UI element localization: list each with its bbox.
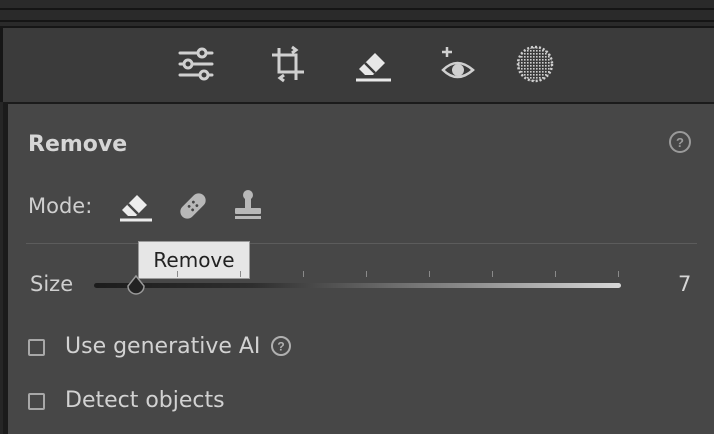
mode-label: Mode: [28,194,93,218]
svg-text:?: ? [676,135,684,150]
size-value: 7 [678,272,692,296]
masking-icon[interactable] [513,42,557,86]
use-generative-ai-checkbox[interactable] [28,339,45,356]
tooltip: Remove [138,241,250,279]
detect-objects-label: Detect objects [65,388,225,413]
slider-tick [366,271,367,277]
slider-tick [240,271,241,277]
use-generative-ai-label: Use generative AI [65,334,261,359]
size-slider-track[interactable] [94,283,621,288]
help-icon[interactable]: ? [668,130,692,158]
slider-tick [177,271,178,277]
window-top-bar [0,0,714,28]
tool-strip [0,26,714,102]
slider-tick [492,271,493,277]
help-icon[interactable]: ? [270,335,292,361]
sliders-icon[interactable] [174,42,218,86]
red-eye-icon[interactable] [435,42,479,86]
slider-tick [429,271,430,277]
mode-remove-eraser-icon[interactable] [118,188,154,224]
panel-title: Remove [28,132,128,157]
slider-tick [303,271,304,277]
eraser-icon[interactable] [351,42,395,86]
svg-text:?: ? [277,340,284,354]
slider-tick [555,271,556,277]
remove-panel: Remove ? Mode: Size 7 Remove Use generat… [3,102,714,434]
mode-heal-bandage-icon[interactable] [175,188,211,224]
detect-objects-checkbox[interactable] [28,393,45,410]
crop-rotate-icon[interactable] [266,42,310,86]
size-label: Size [30,272,74,296]
mode-clone-stamp-icon[interactable] [230,188,266,224]
slider-tick [618,271,619,277]
divider [26,243,697,244]
